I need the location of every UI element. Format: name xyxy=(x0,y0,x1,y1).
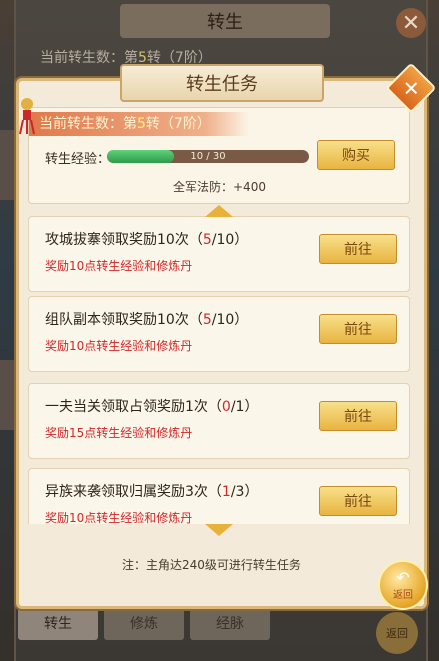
task-name: 一夫当关领取占领奖励1次 xyxy=(45,399,208,415)
background-tabs: 转生 修炼 经脉 xyxy=(18,606,270,640)
return-label: 返回 xyxy=(393,589,413,601)
exp-progress-bar: 10 / 30 xyxy=(107,150,309,163)
rebirth-info-card: 当前转生数：第5转（7阶） 转生经验： 10 / 30 购买 全军法防：+400 xyxy=(28,107,410,204)
return-arrow-icon: ↶ xyxy=(396,567,410,587)
background-close-icon: ✕ xyxy=(396,8,426,38)
tassel-decoration-icon xyxy=(19,98,35,135)
goto-button[interactable]: 前往 xyxy=(319,314,397,344)
task-name: 组队副本领取奖励10次 xyxy=(45,312,189,328)
dialog-title: 转生任务 xyxy=(120,64,324,102)
task-reward: 奖励10点转生经验和修炼丹 xyxy=(45,339,193,353)
task-name: 攻城拔寨领取奖励10次 xyxy=(45,232,189,248)
task-progress-current: 5 xyxy=(202,232,212,248)
goto-button[interactable]: 前往 xyxy=(319,486,397,516)
background-return-button: 返回 xyxy=(376,612,418,654)
task-reward: 奖励10点转生经验和修炼丹 xyxy=(45,259,193,273)
task-progress-current: 0 xyxy=(221,399,231,415)
side-decoration xyxy=(0,130,14,200)
close-icon: ✕ xyxy=(402,75,420,100)
task-progress-open: （ xyxy=(207,484,222,500)
banner-value: 5 xyxy=(137,116,146,132)
task-progress-current: 1 xyxy=(221,484,231,500)
task-item: 攻城拔寨领取奖励10次（5/10） 奖励10点转生经验和修炼丹 前往 xyxy=(28,216,410,292)
banner-suffix: 转（7阶） xyxy=(145,116,211,132)
goto-button[interactable]: 前往 xyxy=(319,401,397,431)
task-item: 组队副本领取奖励10次（5/10） 奖励10点转生经验和修炼丹 前往 xyxy=(28,296,410,372)
scroll-up-arrow-icon[interactable] xyxy=(205,205,233,217)
current-rebirth-banner: 当前转生数：第5转（7阶） xyxy=(29,112,249,136)
task-progress-total: /3） xyxy=(230,484,259,500)
exp-progress-text: 10 / 30 xyxy=(190,151,226,162)
task-reward: 奖励15点转生经验和修炼丹 xyxy=(45,426,193,440)
task-title: 组队副本领取奖励10次（5/10） xyxy=(45,309,248,329)
task-progress-total: /10） xyxy=(211,312,249,328)
level-requirement-note: 注：主角达240级可进行转生任务 xyxy=(122,558,301,572)
task-item: 一夫当关领取占领奖励1次（0/1） 奖励15点转生经验和修炼丹 前往 xyxy=(28,383,410,459)
scroll-down-arrow-icon[interactable] xyxy=(205,524,233,536)
task-title: 异族来袭领取归属奖励3次（1/3） xyxy=(45,481,258,501)
task-progress-open: （ xyxy=(188,312,203,328)
tab-rebirth: 转生 xyxy=(18,606,98,640)
return-button[interactable]: ↶ 返回 xyxy=(378,560,428,610)
task-progress-open: （ xyxy=(188,232,203,248)
task-progress-open: （ xyxy=(207,399,222,415)
task-item: 异族来袭领取归属奖励3次（1/3） 奖励10点转生经验和修炼丹 前往 xyxy=(28,468,410,524)
tab-meridian: 经脉 xyxy=(190,606,270,640)
task-progress-total: /10） xyxy=(211,232,249,248)
background-title: 转生 xyxy=(120,4,330,38)
task-name: 异族来袭领取归属奖励3次 xyxy=(45,484,208,500)
goto-button[interactable]: 前往 xyxy=(319,234,397,264)
side-decoration xyxy=(0,360,14,430)
task-list: 攻城拔寨领取奖励10次（5/10） 奖励10点转生经验和修炼丹 前往 组队副本领… xyxy=(28,216,410,524)
task-progress-total: /1） xyxy=(230,399,259,415)
task-progress-current: 5 xyxy=(202,312,212,328)
banner-prefix: 当前转生数：第 xyxy=(39,116,137,132)
tab-cultivate: 修炼 xyxy=(104,606,184,640)
task-title: 一夫当关领取占领奖励1次（0/1） xyxy=(45,396,258,416)
buy-button[interactable]: 购买 xyxy=(317,140,395,170)
exp-label: 转生经验： xyxy=(45,152,111,167)
task-reward: 奖励10点转生经验和修炼丹 xyxy=(45,511,193,524)
army-magic-defense-bonus: 全军法防：+400 xyxy=(173,180,266,194)
task-title: 攻城拔寨领取奖励10次（5/10） xyxy=(45,229,248,249)
